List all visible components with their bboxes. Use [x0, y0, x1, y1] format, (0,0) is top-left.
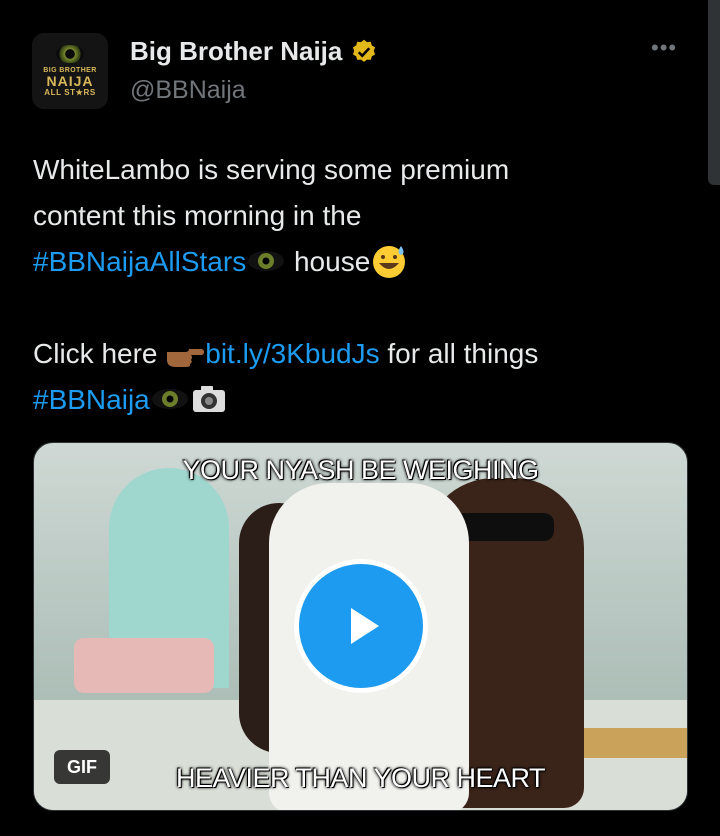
- caption-bottom: HEAVIER THAN YOUR HEART: [175, 763, 546, 793]
- avatar-text-3: ALL ST★RS: [44, 88, 96, 97]
- verified-badge-icon[interactable]: [350, 38, 378, 66]
- camera-icon: [192, 385, 225, 412]
- tweet-line-3-rest: house: [286, 246, 371, 277]
- more-options-icon[interactable]: •••: [651, 35, 677, 61]
- author-name-row: Big Brother Naija: [130, 36, 378, 67]
- eye-logo-icon: [56, 45, 84, 63]
- author-handle[interactable]: @BBNaija: [130, 76, 246, 105]
- tweet-line-1: WhiteLambo is serving some premium: [33, 154, 510, 185]
- avatar-text-2: NAIJA: [46, 73, 94, 89]
- hashtag-bbnaija[interactable]: #BBNaija: [33, 384, 150, 415]
- eye-emoji-icon-2: [151, 388, 188, 409]
- tweet-line-4: Click here bit.ly/3KbudJs for all things: [33, 331, 673, 377]
- tweet-text: WhiteLambo is serving some premium conte…: [33, 147, 673, 423]
- tweet-line-3: #BBNaijaAllStars house: [33, 239, 673, 285]
- media-sofa: [74, 638, 214, 693]
- scrollbar[interactable]: [708, 0, 720, 185]
- link-rest-text: for all things: [379, 338, 539, 369]
- play-icon: [351, 608, 379, 644]
- gif-badge: GIF: [54, 750, 110, 784]
- pointing-hand-icon: [167, 348, 205, 367]
- click-here-text: Click here: [33, 338, 166, 369]
- author-name[interactable]: Big Brother Naija: [130, 36, 342, 67]
- media-table: [579, 728, 687, 758]
- tweet-line-5: #BBNaija: [33, 377, 673, 423]
- eye-emoji-icon: [248, 250, 285, 271]
- hashtag-bbnaijaallstars[interactable]: #BBNaijaAllStars: [33, 246, 246, 277]
- grinning-sweat-emoji-icon: [373, 245, 406, 278]
- caption-top: YOUR NYASH BE WEIGHING: [182, 455, 539, 485]
- avatar[interactable]: BIG BROTHER NAIJA ALL ST★RS: [32, 33, 108, 109]
- play-button[interactable]: [294, 559, 428, 693]
- tweet-line-2: content this morning in the: [33, 200, 362, 231]
- gif-media[interactable]: YOUR NYASH BE WEIGHING HEAVIER THAN YOUR…: [33, 442, 688, 811]
- bitly-link[interactable]: bit.ly/3KbudJs: [205, 338, 379, 369]
